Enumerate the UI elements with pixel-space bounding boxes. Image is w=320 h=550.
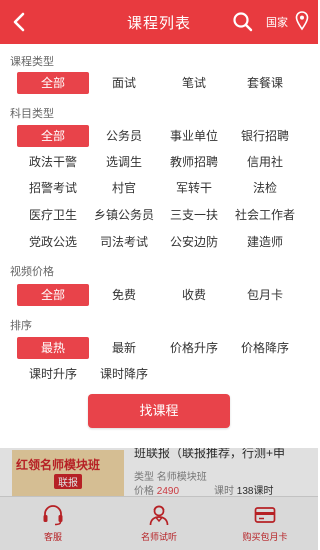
sort-option-price-desc[interactable]: 价格降序 — [229, 337, 301, 359]
sort-option-hottest[interactable]: 最热 — [17, 337, 89, 359]
course-type-option-written[interactable]: 笔试 — [158, 72, 230, 94]
subject-option[interactable]: 政法干警 — [17, 151, 89, 173]
course-hours-meta: 课时 138课时 — [214, 482, 273, 496]
subject-option[interactable]: 医疗卫生 — [17, 204, 89, 226]
hours-value: 138课时 — [236, 486, 274, 496]
subject-option[interactable]: 乡镇公务员 — [88, 204, 160, 226]
subject-option[interactable]: 党政公选 — [17, 231, 89, 253]
subject-option[interactable]: 招警考试 — [17, 177, 89, 199]
sort-option-price-asc[interactable]: 价格升序 — [158, 337, 230, 359]
tab-label: 名师试听 — [140, 532, 177, 542]
course-type-meta: 类型 名师模块班 — [134, 468, 207, 483]
price-option-monthly-card[interactable]: 包月卡 — [229, 284, 301, 306]
subject-option[interactable]: 社会工作者 — [229, 204, 301, 226]
subject-option[interactable]: 公安边防 — [158, 231, 230, 253]
sort-option-newest[interactable]: 最新 — [88, 337, 160, 359]
course-name: 班联报（联报推荐，行测+申 — [134, 448, 286, 460]
course-type-option-interview[interactable]: 面试 — [88, 72, 160, 94]
subject-option[interactable]: 法检 — [229, 177, 301, 199]
sort-option-hours-asc[interactable]: 课时升序 — [17, 363, 89, 385]
subject-option[interactable]: 银行招聘 — [229, 125, 301, 147]
subject-option[interactable]: 全部 — [17, 125, 89, 147]
teacher-icon — [149, 505, 169, 526]
location-pin-icon[interactable] — [295, 11, 309, 31]
subject-type-label: 科目类型 — [10, 108, 54, 120]
subject-option[interactable]: 公务员 — [88, 125, 160, 147]
course-price-meta: 价格 2490 — [134, 482, 179, 496]
subject-option[interactable]: 军转干 — [158, 177, 230, 199]
subject-option[interactable]: 事业单位 — [158, 125, 230, 147]
subject-option[interactable]: 选调生 — [88, 151, 160, 173]
course-thumbnail: 红领名师模块班 联报 — [12, 450, 124, 496]
price-option-paid[interactable]: 收费 — [158, 284, 230, 306]
price-option-free[interactable]: 免费 — [88, 284, 160, 306]
top-app-bar: 课程列表 国家 — [0, 0, 318, 44]
tab-teacher-trial[interactable]: 名师试听 — [106, 497, 212, 550]
course-type-option-package[interactable]: 套餐课 — [229, 72, 301, 94]
subject-option[interactable]: 司法考试 — [88, 231, 160, 253]
tab-label: 购买包月卡 — [242, 532, 288, 542]
course-type-option-all[interactable]: 全部 — [17, 72, 89, 94]
subject-option[interactable]: 信用社 — [229, 151, 301, 173]
price-label: 价格 — [134, 486, 154, 496]
subject-option[interactable]: 村官 — [88, 177, 160, 199]
tab-buy-monthly-card[interactable]: 购买包月卡 — [212, 497, 318, 550]
subject-option[interactable]: 建造师 — [229, 231, 301, 253]
price-option-all[interactable]: 全部 — [17, 284, 89, 306]
filter-panel: 课程类型 全部 面试 笔试 套餐课 科目类型 全部 公务员 事业单位 银行招聘 … — [0, 44, 318, 448]
sort-label: 排序 — [10, 320, 32, 332]
region-selector[interactable]: 国家 — [266, 14, 288, 30]
headset-icon — [43, 505, 63, 526]
price-value: 2490 — [156, 486, 180, 496]
tab-customer-service[interactable]: 客服 — [0, 497, 106, 550]
subject-option[interactable]: 教师招聘 — [158, 151, 230, 173]
thumbnail-tag: 联报 — [54, 474, 82, 489]
card-icon — [254, 507, 276, 523]
hours-label: 课时 — [214, 486, 234, 496]
bottom-tab-bar: 客服 名师试听 购买包月卡 — [0, 496, 318, 550]
thumbnail-title: 红领名师模块班 — [16, 458, 101, 472]
find-course-button[interactable]: 找课程 — [88, 394, 230, 428]
sort-option-hours-desc[interactable]: 课时降序 — [88, 363, 160, 385]
subject-option[interactable]: 三支一扶 — [158, 204, 230, 226]
search-icon[interactable] — [230, 9, 256, 35]
video-price-label: 视频价格 — [10, 266, 54, 278]
tab-label: 客服 — [43, 532, 62, 542]
course-type-label: 课程类型 — [10, 56, 54, 68]
course-list-item[interactable]: 红领名师模块班 联报 班联报（联报推荐，行测+申 类型 名师模块班 价格 249… — [0, 448, 318, 496]
